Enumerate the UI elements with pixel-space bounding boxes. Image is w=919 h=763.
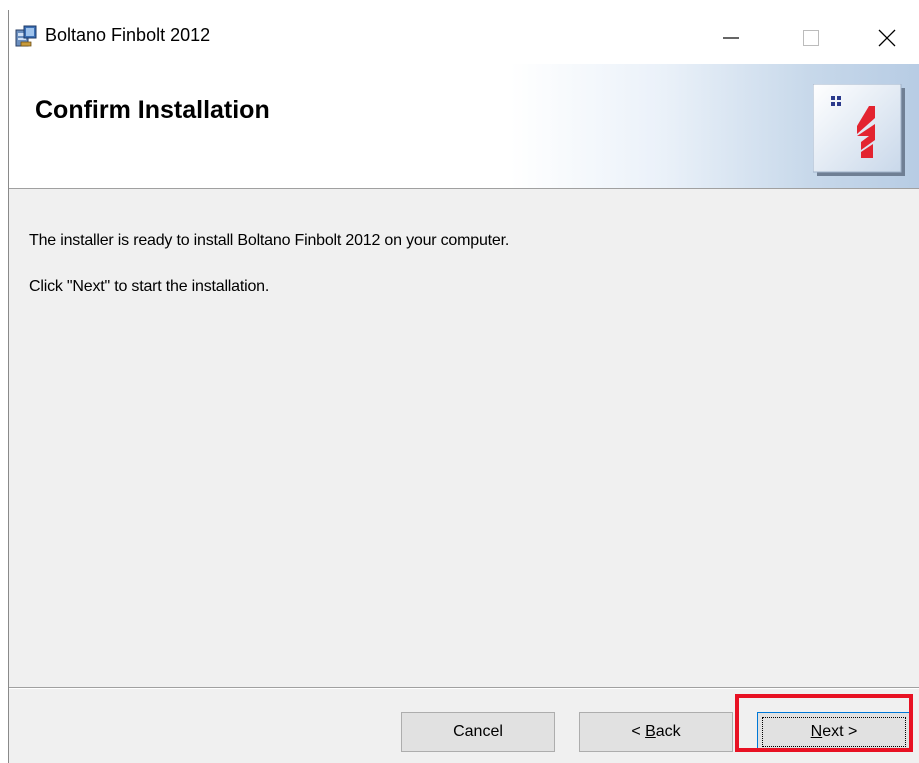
cancel-label: Cancel [453,723,503,740]
next-button-highlight [735,694,913,752]
header-banner: Confirm Installation [9,64,919,189]
window-title: Boltano Finbolt 2012 [45,25,211,45]
installer-package-icon [15,24,37,48]
close-icon [878,29,896,47]
maximize-icon [803,30,819,46]
close-button[interactable] [857,10,917,64]
boltano-logo-icon [812,83,909,180]
installer-window: Boltano Finbolt 2012 Confirm Installatio… [8,10,919,763]
instruction-message: Click "Next" to start the installation. [29,278,270,295]
title-bar[interactable]: Boltano Finbolt 2012 [9,10,919,64]
footer-divider [9,687,919,689]
minimize-icon [723,37,739,39]
back-label: < Back [631,723,681,740]
cancel-button[interactable]: Cancel [401,712,555,752]
maximize-button[interactable] [781,10,841,64]
back-button[interactable]: < Back [579,712,733,752]
ready-message: The installer is ready to install Boltan… [29,232,510,249]
minimize-button[interactable] [701,10,761,64]
page-title: Confirm Installation [35,96,270,124]
